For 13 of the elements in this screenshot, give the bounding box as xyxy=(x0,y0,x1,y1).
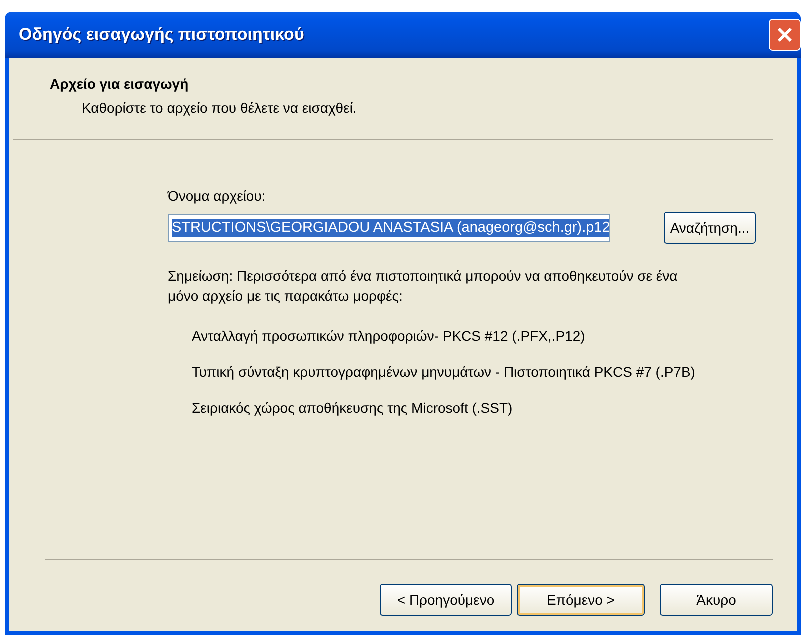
window-title: Οδηγός εισαγωγής πιστοποιητικού xyxy=(19,25,306,45)
format-item: Σειριακός χώρος αποθήκευσης της Microsoft (.SST) xyxy=(192,400,514,416)
page-title: Αρχείο για εισαγωγή xyxy=(50,76,190,92)
field-label: Όνομα αρχείου: xyxy=(168,188,267,204)
close-icon[interactable] xyxy=(769,19,801,51)
format-item: Ανταλλαγή προσωπικών πληροφοριών- PKCS #12 (.PFX,.P12) xyxy=(192,328,586,344)
wizard-button[interactable]: Άκυρο xyxy=(660,584,773,616)
wizard-button[interactable]: < Προηγούμενο xyxy=(380,584,512,616)
wizard-button[interactable]: Επόμενο > xyxy=(517,584,645,616)
note-text: Σημείωση: Περισσότερα από ένα πιστοποιητικά μπορούν να αποθηκευτούν σε ένα μόνο αρχείο με τις παρακάτω μορφές: xyxy=(168,267,679,306)
page-subtitle: Καθορίστε το αρχείο που θέλετε να εισαχθεί. xyxy=(81,99,358,116)
browse-button[interactable]: Αναζήτηση... xyxy=(664,212,756,244)
format-item: Τυπική σύνταξη κρυπτογραφημένων μηνυμάτων - Πιστοποιητικά PKCS #7 (.P7B) xyxy=(192,364,696,380)
